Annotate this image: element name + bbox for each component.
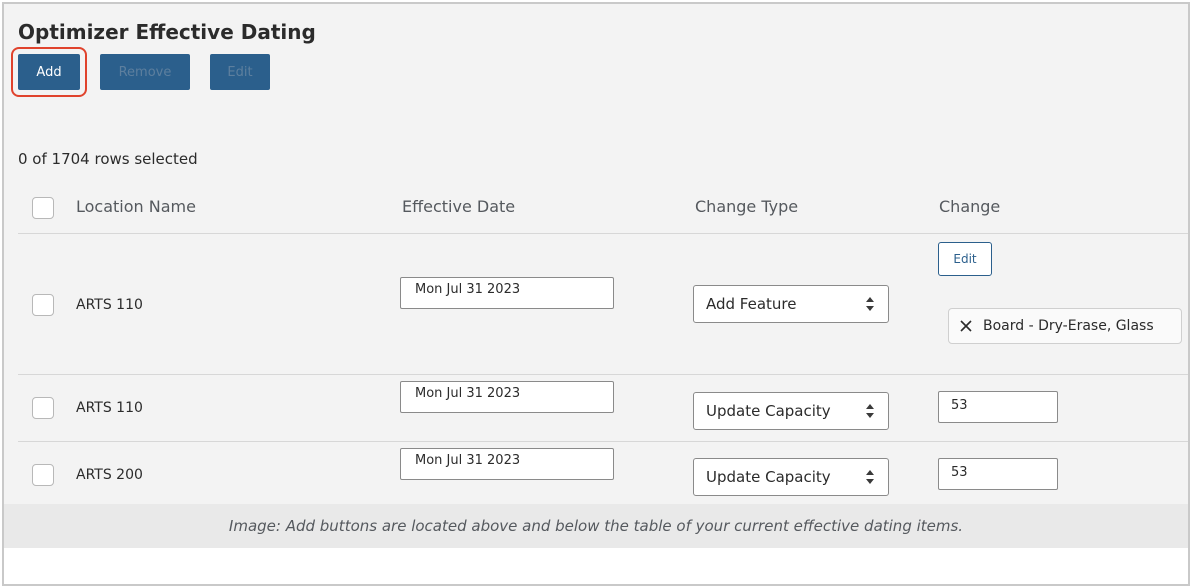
location-name: ARTS 200 [76,467,143,483]
divider [18,233,1188,234]
add-button-highlight [11,47,87,97]
change-type-select[interactable]: Update Capacity [693,458,889,496]
column-header-effective-date[interactable]: Effective Date [402,197,515,216]
divider [18,374,1188,375]
change-type-select[interactable]: Add Feature [693,285,889,323]
sort-arrows-icon [866,297,874,311]
row-checkbox[interactable] [32,294,54,316]
effective-dating-panel: Optimizer Effective Dating Add Remove Ed… [4,4,1188,548]
image-caption: Image: Add buttons are located above and… [4,504,1188,548]
sort-arrows-icon [866,470,874,484]
change-type-value: Add Feature [706,295,797,313]
row-checkbox[interactable] [32,397,54,419]
close-icon[interactable] [959,319,973,333]
change-type-select[interactable]: Update Capacity [693,392,889,430]
effective-date-input[interactable]: Mon Jul 31 2023 [400,381,614,413]
location-name: ARTS 110 [76,400,143,416]
feature-chip-label: Board - Dry-Erase, Glass [983,318,1154,334]
remove-button[interactable]: Remove [100,54,190,90]
location-name: ARTS 110 [76,297,143,313]
change-type-value: Update Capacity [706,402,831,420]
capacity-input[interactable]: 53 [938,458,1058,490]
edit-button[interactable]: Edit [210,54,270,90]
divider [18,441,1188,442]
select-all-checkbox[interactable] [32,197,54,219]
column-header-location-name[interactable]: Location Name [76,197,196,216]
row-checkbox[interactable] [32,464,54,486]
section-title: Optimizer Effective Dating [18,20,316,44]
change-type-value: Update Capacity [706,468,831,486]
column-header-change[interactable]: Change [939,197,1000,216]
feature-chip: Board - Dry-Erase, Glass [948,308,1182,344]
capacity-input[interactable]: 53 [938,391,1058,423]
column-header-change-type[interactable]: Change Type [695,197,798,216]
effective-date-input[interactable]: Mon Jul 31 2023 [400,448,614,480]
rows-selected-count: 0 of 1704 rows selected [18,150,198,168]
screenshot-frame: Optimizer Effective Dating Add Remove Ed… [2,2,1190,586]
sort-arrows-icon [866,404,874,418]
effective-date-input[interactable]: Mon Jul 31 2023 [400,277,614,309]
change-edit-button[interactable]: Edit [938,242,992,276]
